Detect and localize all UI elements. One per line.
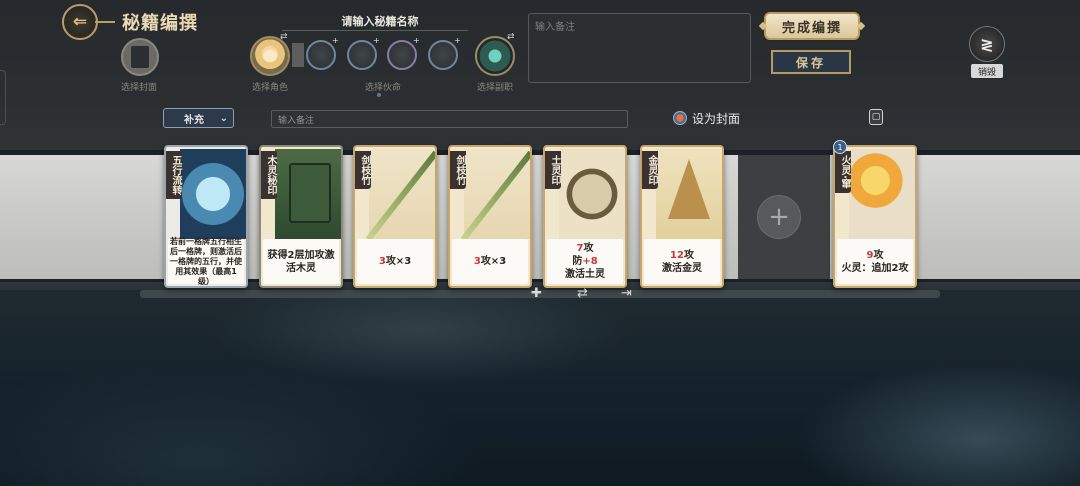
attack-text: 攻	[683, 249, 694, 261]
card-description: 12攻 激活金灵	[644, 239, 720, 284]
choose-life-label: 选择伙命	[365, 83, 402, 93]
card-art	[559, 149, 625, 239]
effect-text: 激活土灵	[565, 269, 605, 280]
card-name: 剑枝竹	[450, 151, 466, 189]
defense-text: 防	[572, 256, 583, 267]
attack-text: 攻	[873, 249, 884, 261]
card-name: 剑枝竹	[355, 151, 371, 189]
card-name: 五行流转	[166, 151, 182, 199]
card-art	[656, 149, 722, 239]
attack-text: 攻	[583, 243, 594, 254]
plus-icon: +	[373, 36, 380, 45]
card-slot-6[interactable]: 金灵印 12攻 激活金灵	[640, 145, 724, 288]
finish-compile-button[interactable]: 完成编撰	[764, 12, 860, 40]
chevron-down-icon: ⌄	[219, 112, 228, 124]
scenery-background	[0, 290, 1080, 486]
note-textarea[interactable]: 输入备注	[528, 13, 751, 83]
document-icon[interactable]: ▢	[869, 109, 883, 125]
defense-value: +8	[582, 256, 598, 267]
category-dropdown[interactable]: 补充 ⌄	[163, 108, 234, 128]
category-value: 补充	[184, 114, 204, 126]
card-description: 3 攻×3	[357, 239, 433, 284]
card-level-badge: 1	[833, 140, 847, 154]
choose-job-label: 选择副职	[477, 83, 514, 93]
card-slot-7[interactable]: 火灵·窜 9攻 火灵：追加2攻	[833, 145, 917, 288]
role-portrait[interactable]	[250, 36, 290, 76]
remove-icon[interactable]: ⇥	[621, 286, 632, 301]
card-slot-1[interactable]: 五行流转 若前一格牌五行相生后一格牌，则激活后一格牌的五行，并使用其效果（最高1…	[164, 145, 248, 288]
job-portrait[interactable]	[475, 36, 515, 76]
card-name: 金灵印	[642, 151, 658, 189]
card-name: 土灵印	[545, 151, 561, 189]
back-button-tail	[95, 21, 115, 23]
page-title: 秘籍编撰	[122, 13, 198, 34]
effect-text: 激活金灵	[662, 262, 702, 274]
card-description: 获得2层加攻激活木灵	[263, 239, 339, 284]
add-icon[interactable]: ✚	[531, 286, 542, 301]
attack-value: 12	[670, 249, 684, 261]
card-art	[180, 149, 246, 239]
card-slot-4[interactable]: 剑枝竹 3 攻×3	[448, 145, 532, 288]
cover-placeholder-icon	[131, 46, 149, 68]
plus-icon: +	[413, 36, 420, 45]
swap-icon[interactable]: ⇄	[577, 286, 588, 301]
card-art	[849, 149, 915, 239]
plus-icon: +	[454, 36, 461, 45]
choose-cover-label: 选择封面	[121, 83, 158, 93]
life-slot-bar	[292, 43, 304, 67]
card-name: 木灵秘印	[261, 151, 277, 199]
effect-text: 火灵：追加2攻	[841, 262, 909, 274]
card-description: 9攻 火灵：追加2攻	[837, 239, 913, 284]
card-slot-3[interactable]: 剑枝竹 3 攻×3	[353, 145, 437, 288]
side-tab[interactable]	[0, 70, 6, 125]
set-cover-label[interactable]: 设为封面	[692, 110, 740, 127]
destroy-icon: ≷	[980, 34, 994, 54]
manual-name-input[interactable]: 请输入秘籍名称	[300, 13, 460, 29]
card-art	[369, 149, 435, 239]
attack-value: 3	[473, 256, 481, 267]
back-button[interactable]: ⇐	[62, 4, 98, 40]
role-face	[263, 50, 277, 62]
card-description: 若前一格牌五行相生后一格牌，则激活后一格牌的五行，并使用其效果（最高1级）	[168, 236, 244, 286]
role-swap-icon[interactable]: ⇄	[280, 32, 288, 42]
card-slot-2[interactable]: 木灵秘印 获得2层加攻激活木灵	[259, 145, 343, 288]
page-indicator-dot	[377, 93, 381, 97]
destroy-button[interactable]: ≷	[969, 26, 1005, 62]
card-description: 3 攻×3	[452, 239, 528, 284]
set-cover-radio[interactable]	[673, 111, 687, 125]
choose-role-label: 选择角色	[252, 83, 289, 93]
plus-icon: +	[332, 36, 339, 45]
card-art	[464, 149, 530, 239]
add-card-icon[interactable]: +	[757, 195, 801, 239]
destroy-label: 销毁	[971, 64, 1003, 78]
card-name: 火灵·窜	[835, 151, 851, 193]
card-slot-5[interactable]: 土灵印 7攻 防+8 激活土灵	[543, 145, 627, 288]
save-button[interactable]: 保存	[771, 50, 851, 74]
card-note-input[interactable]: 输入备注	[271, 110, 628, 128]
attack-text: 攻×3	[385, 256, 412, 267]
attack-text: 攻×3	[480, 256, 507, 267]
attack-value: 3	[378, 256, 386, 267]
card-description: 7攻 防+8 激活土灵	[547, 239, 623, 284]
card-rail	[0, 155, 1080, 279]
job-swap-icon[interactable]: ⇄	[507, 32, 515, 42]
name-underline	[282, 30, 468, 31]
back-arrow-icon: ⇐	[72, 12, 88, 32]
cover-select-button[interactable]	[121, 38, 159, 76]
card-art	[275, 149, 341, 239]
